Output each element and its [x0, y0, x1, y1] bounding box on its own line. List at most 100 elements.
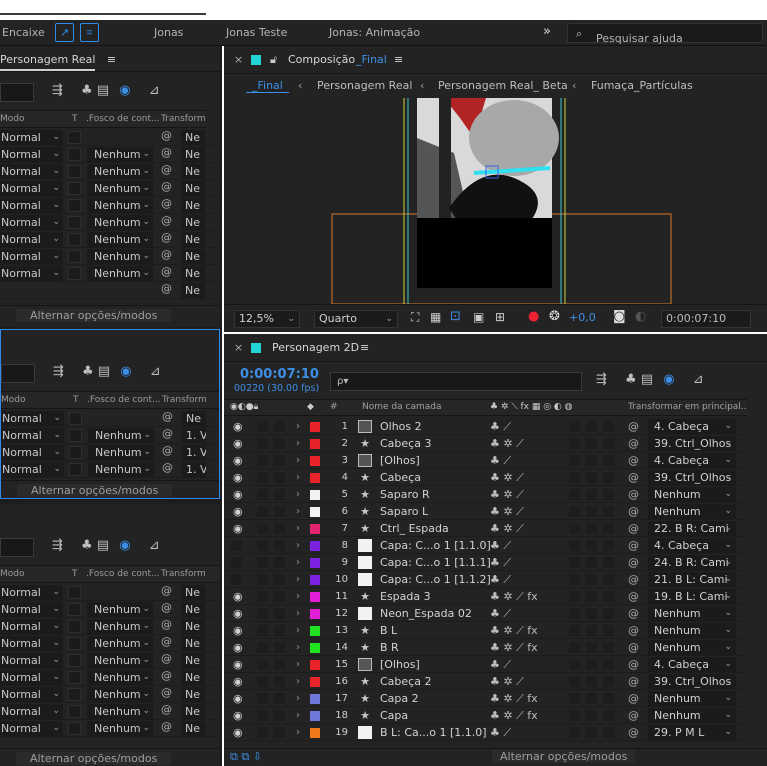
- layer-switches[interactable]: ♣ ✲ ⟋: [490, 520, 524, 537]
- layer-row[interactable]: › 8 Capa: C...o 1 [1.1.0] ♣ ⟋ @4. Cabeça ⌄: [224, 537, 767, 554]
- pick-whip-icon[interactable]: @: [161, 584, 172, 597]
- label-color[interactable]: [310, 473, 320, 483]
- parent-select[interactable]: Nenhum ⌄: [648, 606, 736, 621]
- expand-chevron-icon[interactable]: ›: [296, 639, 300, 656]
- blend-mode-select[interactable]: Normal ⌄: [0, 130, 63, 145]
- transparency-grid-icon[interactable]: ▦: [430, 310, 441, 324]
- visibility-eye-icon[interactable]: ◉: [233, 435, 243, 452]
- solo-toggle[interactable]: [257, 438, 268, 449]
- track-matte-select[interactable]: Nenhum ⌄: [88, 428, 154, 443]
- adjustment-toggle[interactable]: [569, 727, 580, 738]
- graph-icon[interactable]: ◉: [119, 538, 130, 553]
- fast-preview-icon[interactable]: ⛶: [411, 310, 419, 325]
- 3d-toggle[interactable]: [586, 693, 597, 704]
- layer-row[interactable]: ◉ › 17 ★ Capa 2 ♣ ✲ ⟋ fx @ Nenhum ⌄: [224, 690, 767, 707]
- blend-mode-select[interactable]: Normal ⌄: [1, 411, 64, 426]
- motion-blur-toggle[interactable]: [603, 642, 614, 653]
- track-matte-select[interactable]: Nenhum ⌄: [88, 462, 154, 477]
- track-matte-select[interactable]: Nenhum ⌄: [87, 164, 153, 179]
- 3d-toggle[interactable]: [586, 710, 597, 721]
- parent-select[interactable]: Ne: [181, 687, 205, 702]
- solo-toggle[interactable]: [257, 540, 268, 551]
- motion-blur-toggle[interactable]: [603, 540, 614, 551]
- layer-name[interactable]: Espada 3: [380, 588, 490, 605]
- chart-editor-icon[interactable]: ⊿: [693, 372, 704, 387]
- parent-select[interactable]: 1. V: [182, 428, 206, 443]
- layer-name[interactable]: B R: [380, 639, 490, 656]
- parent-select[interactable]: Ne: [181, 619, 205, 634]
- layer-search-input[interactable]: [0, 83, 34, 102]
- track-matte-select[interactable]: Nenhum ⌄: [87, 602, 153, 617]
- track-matte-select[interactable]: Nenhum ⌄: [87, 619, 153, 634]
- layer-name[interactable]: B L: Ca...o 1 [1.1.0]: [380, 724, 490, 741]
- motion-blur-toggle[interactable]: [603, 659, 614, 670]
- pick-whip-icon[interactable]: @: [161, 601, 172, 614]
- layer-name[interactable]: Neon_Espada 02: [380, 605, 490, 622]
- pick-whip-icon[interactable]: @: [628, 418, 639, 435]
- layer-name[interactable]: Capa: [380, 707, 490, 724]
- visibility-eye-icon[interactable]: ◉: [233, 452, 243, 469]
- layer-switches[interactable]: ♣ ⟋: [490, 537, 511, 554]
- layer-row[interactable]: Normal ⌄ Nenhum ⌄ @ Ne: [0, 214, 220, 231]
- parent-select[interactable]: Ne: [181, 266, 205, 281]
- layer-row[interactable]: Normal ⌄ Nenhum ⌄ @1. V: [1, 444, 219, 461]
- pick-whip-icon[interactable]: @: [628, 571, 639, 588]
- solo-toggle[interactable]: [257, 557, 268, 568]
- blend-mode-select[interactable]: Normal ⌄: [0, 232, 63, 247]
- pick-whip-icon[interactable]: @: [628, 656, 639, 673]
- parent-select[interactable]: 4. Cabeça ⌄: [648, 453, 736, 468]
- label-color[interactable]: [310, 507, 320, 517]
- adjustment-toggle[interactable]: [569, 438, 580, 449]
- label-color[interactable]: [310, 490, 320, 500]
- lock-toggle[interactable]: [274, 506, 285, 517]
- layer-name[interactable]: B L: [380, 622, 490, 639]
- lock-toggle[interactable]: [274, 676, 285, 687]
- layer-row[interactable]: ◉ › 19 B L: Ca...o 1 [1.1.0] ♣ ⟋ @29. P M L ⌄: [224, 724, 767, 741]
- label-color[interactable]: [310, 677, 320, 687]
- 3d-toggle[interactable]: [586, 421, 597, 432]
- motion-blur-toggle[interactable]: [603, 489, 614, 500]
- layer-row[interactable]: ◉ › 4 ★ Cabeça ♣ ✲ ⟋ @39. Ctrl_Olhos ⌄: [224, 469, 767, 486]
- expand-chevron-icon[interactable]: ›: [296, 605, 300, 622]
- preserve-transparency-checkbox[interactable]: [68, 722, 81, 735]
- expand-chevron-icon[interactable]: ›: [296, 554, 300, 571]
- layer-switches[interactable]: ♣ ✲ ⟋: [490, 435, 524, 452]
- adjustment-toggle[interactable]: [569, 557, 580, 568]
- layer-row[interactable]: Normal ⌄ Nenhum ⌄ @ Ne: [0, 197, 220, 214]
- label-color[interactable]: [310, 643, 320, 653]
- layer-row[interactable]: ◉ › 16 ★ Cabeça 2 ♣ ✲ ⟋ @39. Ctrl_Olhos ⌄: [224, 673, 767, 690]
- pick-whip-icon[interactable]: @: [161, 129, 172, 142]
- visibility-eye-icon[interactable]: ◉: [233, 418, 243, 435]
- lock-toggle[interactable]: [274, 693, 285, 704]
- layer-row[interactable]: Normal ⌄ Nenhum ⌄ @ Ne: [0, 146, 220, 163]
- chart-editor-icon[interactable]: ⊿: [149, 538, 160, 553]
- preserve-transparency-checkbox[interactable]: [69, 446, 82, 459]
- composition-viewer[interactable]: [224, 98, 767, 304]
- panel-menu-icon[interactable]: ≡: [107, 53, 116, 66]
- adjustment-toggle[interactable]: [569, 710, 580, 721]
- track-matte-select[interactable]: Nenhum ⌄: [87, 704, 153, 719]
- motion-blur-toggle[interactable]: [603, 438, 614, 449]
- motion-blur-toggle[interactable]: [603, 557, 614, 568]
- frame-blend-icon[interactable]: ♣: [81, 83, 93, 98]
- pick-whip-icon[interactable]: @: [161, 686, 172, 699]
- visibility-eye-icon[interactable]: ◉: [233, 469, 243, 486]
- adjustment-toggle[interactable]: [569, 676, 580, 687]
- expand-chevron-icon[interactable]: ›: [296, 503, 300, 520]
- current-time-field[interactable]: 0:00:07:10: [661, 310, 751, 328]
- graph-icon[interactable]: ◉: [120, 364, 131, 379]
- 3d-toggle[interactable]: [586, 574, 597, 585]
- blend-mode-select[interactable]: Normal ⌄: [1, 462, 64, 477]
- pick-whip-icon[interactable]: @: [161, 197, 172, 210]
- layer-name[interactable]: Capa 2: [380, 690, 490, 707]
- preserve-transparency-checkbox[interactable]: [68, 267, 81, 280]
- visibility-eye-icon[interactable]: ◉: [233, 486, 243, 503]
- toggle-modes-button[interactable]: Alternar opções/modos: [0, 305, 220, 325]
- preserve-transparency-checkbox[interactable]: [68, 199, 81, 212]
- pick-whip-icon[interactable]: @: [162, 461, 173, 474]
- parent-select[interactable]: 39. Ctrl_Olhos ⌄: [648, 674, 736, 689]
- layer-switches[interactable]: ♣ ⟋: [490, 452, 511, 469]
- lock-toggle[interactable]: [274, 438, 285, 449]
- layer-switches[interactable]: ♣ ✲ ⟋ fx: [490, 622, 538, 639]
- layer-row[interactable]: Normal ⌄ Nenhum ⌄ @ Ne: [0, 231, 220, 248]
